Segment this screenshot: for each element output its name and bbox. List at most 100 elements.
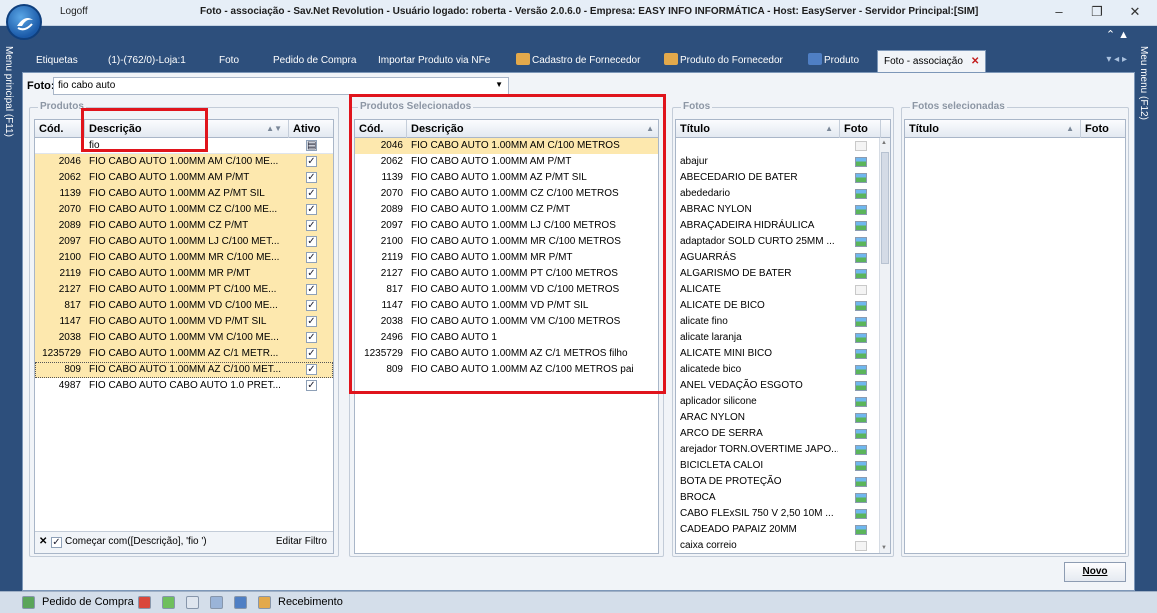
list-item[interactable]: ABRAC NYLON — [676, 202, 879, 218]
col-cod-header[interactable]: Cód. — [355, 120, 407, 138]
restore-button[interactable]: ❐ — [1083, 3, 1111, 23]
ativo-checkbox[interactable]: ✓ — [306, 220, 317, 231]
sheet-icon[interactable] — [162, 596, 175, 609]
scroll-up-icon[interactable]: ▲ — [881, 140, 887, 146]
table-row[interactable]: 2038 FIO CABO AUTO 1.00MM VM C/100 METROS — [355, 314, 658, 330]
autofilter-ativo-checkbox[interactable]: ▤ — [306, 140, 317, 151]
table-row[interactable]: 1139 FIO CABO AUTO 1.00MM AZ P/MT SIL ✓ — [35, 186, 333, 202]
ativo-checkbox[interactable]: ✓ — [306, 268, 317, 279]
col-cod-header[interactable]: Cód. — [35, 120, 85, 138]
ativo-checkbox[interactable]: ✓ — [306, 316, 317, 327]
list-item[interactable]: ALGARISMO DE BATER — [676, 266, 879, 282]
clear-filter-icon[interactable]: ✕ — [39, 536, 47, 547]
col-titulo-header[interactable]: Título ▲ — [905, 120, 1081, 138]
col-desc-header[interactable]: Descrição ▲▼ — [85, 120, 289, 138]
table-row[interactable]: 1139 FIO CABO AUTO 1.00MM AZ P/MT SIL — [355, 170, 658, 186]
chevron-down-icon[interactable]: ▼ — [495, 80, 503, 89]
status-pedido-label[interactable]: Pedido de Compra — [42, 596, 134, 608]
list-item[interactable] — [676, 138, 879, 154]
tab-2[interactable]: Foto — [213, 50, 245, 72]
tab-0[interactable]: Etiquetas — [30, 50, 84, 72]
fotos-scrollbar[interactable]: ▲ ▼ — [879, 138, 890, 553]
selecionados-grid[interactable]: Cód. Descrição ▲ 2046 FIO CABO AUTO 1.00MM… — [354, 119, 659, 554]
table-row[interactable]: 2127 FIO CABO AUTO 1.00MM PT C/100 METROS — [355, 266, 658, 282]
tab-5[interactable]: Cadastro de Fornecedor — [510, 50, 646, 72]
ativo-checkbox[interactable]: ✓ — [306, 204, 317, 215]
foto-combo[interactable]: fio cabo auto ▼ — [53, 77, 509, 95]
sort-filter-icon[interactable]: ▲▼ — [266, 120, 282, 138]
list-item[interactable]: BICICLETA CALOI — [676, 458, 879, 474]
col-foto-header[interactable]: Foto — [840, 120, 881, 138]
app-logo-icon[interactable] — [6, 4, 42, 40]
novo-button[interactable]: Novo — [1064, 562, 1126, 582]
table-row[interactable]: 2496 FIO CABO AUTO 1 — [355, 330, 658, 346]
main-menu-sidebar[interactable]: Menu principal (F11) — [0, 40, 22, 580]
fotos-selecionadas-grid[interactable]: Título ▲ Foto — [904, 119, 1126, 554]
list-item[interactable]: BROCA — [676, 490, 879, 506]
tab-6[interactable]: Produto do Fornecedor — [658, 50, 789, 72]
table-row[interactable]: 2127 FIO CABO AUTO 1.00MM PT C/100 ME... ✓ — [35, 282, 333, 298]
ativo-checkbox[interactable]: ✓ — [306, 364, 317, 375]
col-titulo-header[interactable]: Título ▲ — [676, 120, 840, 138]
minimize-button[interactable]: – — [1045, 3, 1073, 23]
list-item[interactable]: CABO FLExSIL 750 V 2,50 10M ... — [676, 506, 879, 522]
table-row[interactable]: 1147 FIO CABO AUTO 1.00MM VD P/MT SIL — [355, 298, 658, 314]
ativo-checkbox[interactable]: ✓ — [306, 300, 317, 311]
table-row[interactable]: 2089 FIO CABO AUTO 1.00MM CZ P/MT ✓ — [35, 218, 333, 234]
ativo-checkbox[interactable]: ✓ — [306, 252, 317, 263]
purchase-order-icon[interactable] — [22, 596, 35, 609]
scroll-down-icon[interactable]: ▼ — [881, 545, 887, 551]
table-row[interactable]: 1235729 FIO CABO AUTO 1.00MM AZ C/1 METR.… — [35, 346, 333, 362]
col-ativo-header[interactable]: Ativo — [289, 120, 333, 138]
table-row[interactable]: 2089 FIO CABO AUTO 1.00MM CZ P/MT — [355, 202, 658, 218]
ativo-checkbox[interactable]: ✓ — [306, 172, 317, 183]
product-icon[interactable] — [234, 596, 247, 609]
close-tab-icon[interactable]: ✕ — [971, 56, 979, 67]
table-row[interactable]: 2046 FIO CABO AUTO 1.00MM AM C/100 METROS — [355, 138, 658, 154]
ativo-checkbox[interactable]: ✓ — [306, 156, 317, 167]
ativo-checkbox[interactable]: ✓ — [306, 348, 317, 359]
list-item[interactable]: ARCO DE SERRA — [676, 426, 879, 442]
tab-scroll-arrows[interactable]: ▾ ◂ ▸ — [1106, 54, 1127, 65]
status-recebimento-label[interactable]: Recebimento — [278, 596, 343, 608]
tab-4[interactable]: Importar Produto via NFe — [372, 50, 496, 72]
list-item[interactable]: arejador TORN.OVERTIME JAPO... — [676, 442, 879, 458]
table-row[interactable]: 2046 FIO CABO AUTO 1.00MM AM C/100 ME... ✓ — [35, 154, 333, 170]
fotos-grid[interactable]: Título ▲ Foto abajur ABECEDARIO DE BATER ab… — [675, 119, 891, 554]
table-row[interactable]: 809 FIO CABO AUTO 1.00MM AZ C/100 METROS … — [355, 362, 658, 378]
table-row[interactable]: 2119 FIO CABO AUTO 1.00MM MR P/MT ✓ — [35, 266, 333, 282]
list-item[interactable]: ALICATE MINI BICO — [676, 346, 879, 362]
list-item[interactable]: caixa correio — [676, 538, 879, 553]
ativo-checkbox[interactable]: ✓ — [306, 236, 317, 247]
autofilter-row[interactable]: fio ▤ — [35, 138, 333, 154]
table-row[interactable]: 809 FIO CABO AUTO 1.00MM AZ C/100 MET... ✓ — [35, 362, 333, 378]
list-item[interactable]: alicate laranja — [676, 330, 879, 346]
ativo-checkbox[interactable]: ✓ — [306, 188, 317, 199]
table-row[interactable]: 2038 FIO CABO AUTO 1.00MM VM C/100 ME... ✓ — [35, 330, 333, 346]
list-item[interactable]: ALICATE — [676, 282, 879, 298]
table-row[interactable]: 2097 FIO CABO AUTO 1.00MM LJ C/100 MET...… — [35, 234, 333, 250]
quick-access-icons[interactable]: ⌃ ▲ — [1106, 28, 1129, 41]
logoff-link[interactable]: Logoff — [60, 6, 88, 17]
list-item[interactable]: AGUARRÁS — [676, 250, 879, 266]
edit-filter-link[interactable]: Editar Filtro — [276, 536, 327, 547]
close-button[interactable]: ✕ — [1121, 3, 1149, 23]
table-row[interactable]: 1235729 FIO CABO AUTO 1.00MM AZ C/1 METRO… — [355, 346, 658, 362]
produtos-grid[interactable]: Cód. Descrição ▲▼ Ativo fio ▤ 2046 FIO CAB… — [34, 119, 334, 554]
document-icon[interactable] — [186, 596, 199, 609]
tab-3[interactable]: Pedido de Compra — [267, 50, 362, 72]
list-item[interactable]: ABECEDARIO DE BATER — [676, 170, 879, 186]
list-item[interactable]: adaptador SOLD CURTO 25MM ... — [676, 234, 879, 250]
filter-expression[interactable]: Começar com([Descrição], 'fio ') — [65, 536, 207, 547]
scroll-thumb[interactable] — [881, 152, 889, 264]
col-foto-header[interactable]: Foto — [1081, 120, 1125, 138]
col-desc-header[interactable]: Descrição ▲ — [407, 120, 658, 138]
list-item[interactable]: abededario — [676, 186, 879, 202]
tab-8[interactable]: Foto - associação ✕ — [877, 50, 987, 72]
list-item[interactable]: ALICATE DE BICO — [676, 298, 879, 314]
image-icon[interactable] — [210, 596, 223, 609]
list-item[interactable]: ANEL VEDAÇÃO ESGOTO — [676, 378, 879, 394]
list-item[interactable]: ABRAÇADEIRA HIDRÁULICA — [676, 218, 879, 234]
autofilter-input[interactable]: fio — [89, 138, 100, 154]
table-row[interactable]: 2070 FIO CABO AUTO 1.00MM CZ C/100 METROS — [355, 186, 658, 202]
